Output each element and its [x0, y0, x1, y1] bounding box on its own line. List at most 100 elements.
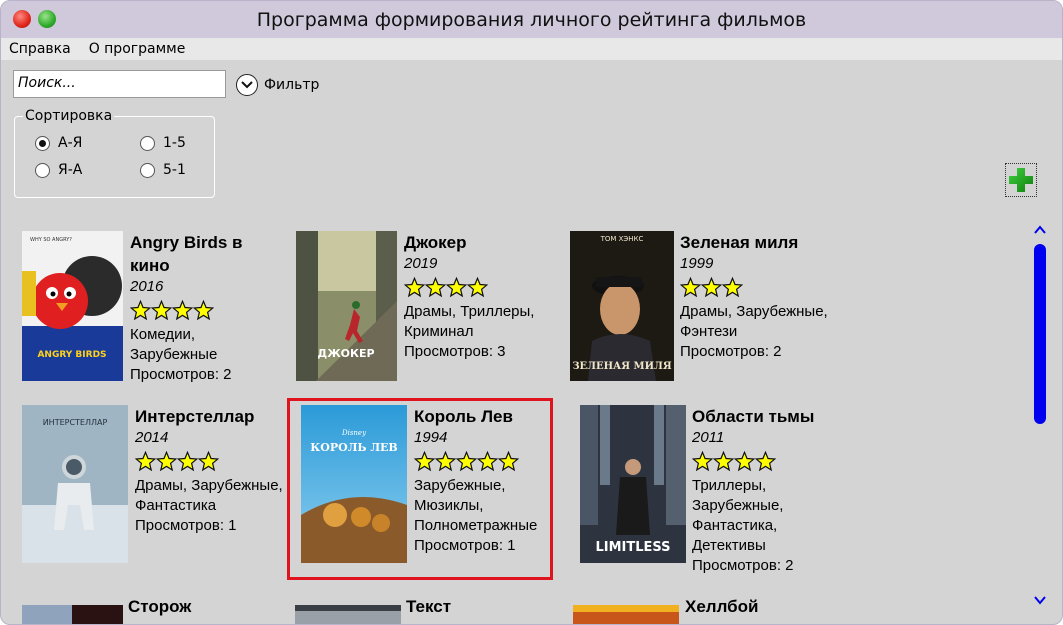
movie-year: 2011: [692, 429, 725, 446]
poster-image: LIMITLESS: [580, 405, 686, 563]
movie-title: Сторож: [128, 597, 192, 616]
poster-image: ДЖОКЕР: [296, 231, 397, 381]
movie-views: Просмотров: 1: [135, 517, 237, 534]
scroll-thumb[interactable]: [1034, 244, 1046, 424]
movie-genres: Фантастика: [135, 497, 217, 514]
title-bar: Программа формирования личного рейтинга …: [1, 1, 1062, 38]
movie-year: 2019: [404, 255, 438, 272]
movie-info: Джокер 2019 Драмы, Триллеры, Криминал Пр…: [404, 231, 534, 362]
star-icon: [467, 276, 488, 297]
poster-image: ИНТЕРСТЕЛЛАР: [22, 405, 128, 563]
sort-radio-az[interactable]: А-Я: [35, 135, 82, 151]
movie-year: 2014: [135, 429, 169, 446]
movie-card[interactable]: ТОМ ХЭНКС ЗЕЛЕНАЯ МИЛЯ Зеленая миля 1999…: [570, 231, 840, 386]
poster-image: ТОМ ХЭНКС ЗЕЛЕНАЯ МИЛЯ: [570, 231, 674, 381]
movie-title: Текст: [406, 597, 452, 616]
radio-unchecked-icon: [35, 162, 50, 178]
movie-title: Зеленая миля: [680, 233, 799, 252]
movie-info: Angry Birds в кино 2016 Комедии, Зарубеж…: [130, 231, 242, 385]
sort-radio-label: 1-5: [163, 135, 186, 151]
plus-icon: [1009, 168, 1033, 192]
poster-logo: ДЖОКЕР: [317, 347, 374, 360]
movie-genres: Детективы: [692, 537, 766, 554]
menu-item-about[interactable]: О программе: [89, 41, 186, 57]
movie-title: Angry Birds в: [130, 233, 243, 252]
sort-radio-label: Я-А: [58, 162, 83, 178]
movie-title: Хеллбой: [685, 597, 759, 616]
movie-info: Сторож: [128, 595, 191, 618]
movie-genres: Драмы, Триллеры,: [404, 303, 535, 320]
movie-year: 1999: [680, 255, 714, 272]
movie-views: Просмотров: 2: [130, 366, 232, 383]
vertical-scrollbar[interactable]: [1029, 221, 1051, 613]
movie-genres: Триллеры,: [692, 477, 767, 494]
rating-stars: [692, 448, 814, 474]
movie-genres: Зарубежные: [130, 346, 218, 363]
maximize-window-button[interactable]: [38, 10, 56, 28]
movie-views: Просмотров: 2: [680, 343, 782, 360]
search-input[interactable]: Поиск...: [13, 70, 226, 98]
rating-stars: [404, 274, 534, 300]
filter-toggle[interactable]: Фильтр: [236, 73, 319, 97]
sort-group: Сортировка А-Я Я-А 1-5 5-1: [14, 108, 215, 198]
close-window-button[interactable]: [13, 10, 31, 28]
movie-genres: Фантастика,: [692, 517, 778, 534]
app-window: Программа формирования личного рейтинга …: [0, 0, 1063, 625]
star-icon: [198, 450, 219, 471]
movie-title: кино: [130, 256, 170, 275]
movie-card[interactable]: Текст: [295, 595, 545, 624]
movie-genres: Драмы, Зарубежные,: [680, 303, 828, 320]
chevron-up-icon[interactable]: [1033, 223, 1047, 237]
poster-image: [573, 605, 679, 624]
star-icon: [734, 450, 755, 471]
star-icon: [446, 276, 467, 297]
movie-card[interactable]: Сторож: [22, 595, 272, 624]
sort-radio-za[interactable]: Я-А: [35, 162, 82, 178]
movie-info: Хеллбой: [685, 595, 759, 618]
movie-info: Текст: [406, 595, 451, 618]
movie-card[interactable]: WHY SO ANGRY? ANGRY BIRDS Angry Birds в …: [22, 231, 282, 386]
rating-stars: [135, 448, 283, 474]
movie-card[interactable]: LIMITLESS Области тьмы 2011 Триллеры, За…: [580, 405, 820, 580]
radio-checked-icon: [35, 135, 50, 151]
movie-card[interactable]: Хеллбой: [573, 595, 823, 624]
chevron-down-icon[interactable]: [1033, 593, 1047, 607]
sort-radio-1-5[interactable]: 1-5: [140, 135, 186, 151]
star-icon: [193, 299, 214, 320]
add-movie-button[interactable]: [1005, 163, 1037, 197]
movie-card[interactable]: ДЖОКЕР Джокер 2019 Драмы, Триллеры, Крим…: [296, 231, 556, 386]
movie-card[interactable]: ИНТЕРСТЕЛЛАР Интерстеллар 2014 Драмы, За…: [22, 405, 287, 565]
filter-label: Фильтр: [264, 77, 320, 93]
radio-unchecked-icon: [140, 162, 155, 178]
star-icon: [151, 299, 172, 320]
star-icon: [701, 276, 722, 297]
menu-item-help[interactable]: Справка: [9, 41, 71, 57]
movie-info: Интерстеллар 2014 Драмы, Зарубежные, Фан…: [135, 405, 283, 536]
movie-info: Области тьмы 2011 Триллеры, Зарубежные, …: [692, 405, 814, 576]
star-icon: [156, 450, 177, 471]
chevron-down-icon: [236, 74, 258, 96]
movie-title: Интерстеллар: [135, 407, 255, 426]
star-icon: [713, 450, 734, 471]
poster-logo: ANGRY BIRDS: [37, 350, 106, 360]
rating-stars: [130, 297, 242, 323]
window-title: Программа формирования личного рейтинга …: [256, 8, 807, 31]
movie-genres: Драмы, Зарубежные,: [135, 477, 283, 494]
sort-legend: Сортировка: [23, 108, 115, 124]
rating-stars: [680, 274, 828, 300]
poster-logo: ИНТЕРСТЕЛЛАР: [43, 418, 108, 427]
movie-title: Джокер: [404, 233, 467, 252]
sort-radio-label: 5-1: [163, 162, 186, 178]
star-icon: [692, 450, 713, 471]
movie-title: Области тьмы: [692, 407, 815, 426]
star-icon: [172, 299, 193, 320]
star-icon: [425, 276, 446, 297]
star-icon: [404, 276, 425, 297]
selected-card-highlight: [287, 398, 553, 580]
poster-text: WHY SO ANGRY?: [30, 237, 72, 243]
poster-image: [22, 605, 123, 624]
star-icon: [722, 276, 743, 297]
sort-radio-5-1[interactable]: 5-1: [140, 162, 186, 178]
star-icon: [130, 299, 151, 320]
poster-image: [295, 605, 401, 624]
